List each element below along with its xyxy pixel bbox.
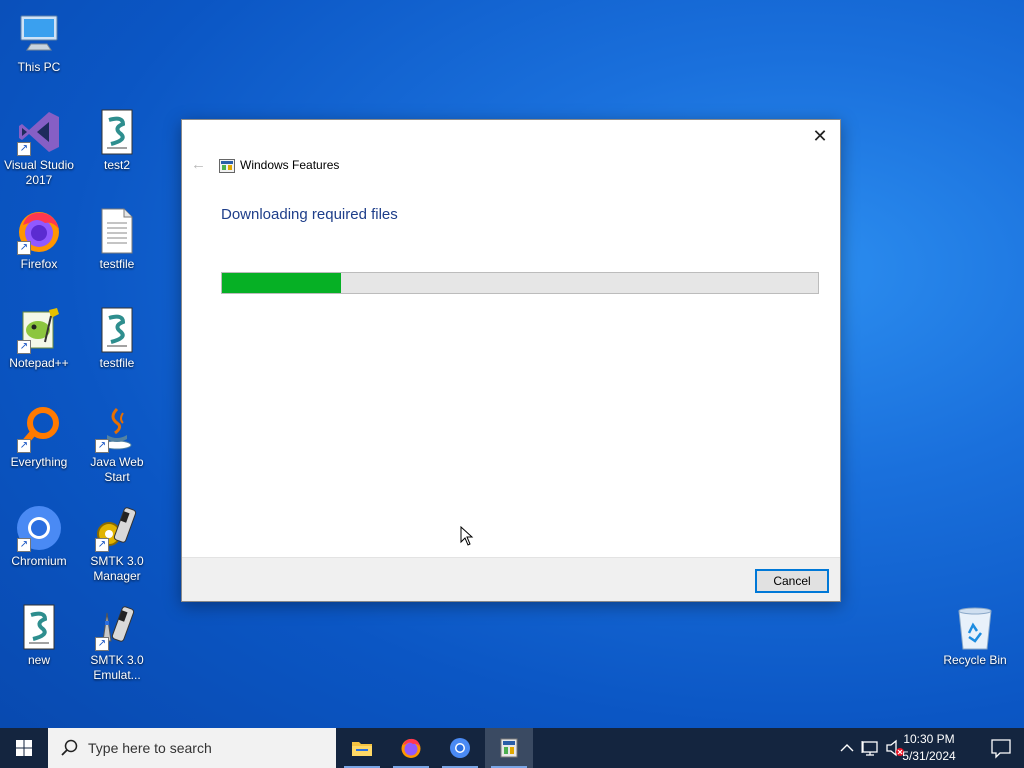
desktop-icon-testfile-script[interactable]: testfile — [78, 306, 156, 371]
back-button: ← — [191, 156, 209, 174]
script-file-icon — [15, 603, 63, 651]
shortcut-arrow-icon: ↗ — [17, 241, 31, 255]
windows-features-icon — [500, 738, 518, 758]
notification-icon — [991, 739, 1011, 759]
search-placeholder: Type here to search — [88, 740, 212, 756]
desktop-icon-label: SMTK 3.0 Emulat... — [90, 653, 144, 682]
start-button[interactable] — [0, 728, 48, 768]
desktop-icon-label: Firefox — [20, 257, 58, 271]
desktop-icon-smtk-emulator[interactable]: ↗ SMTK 3.0 Emulat... — [78, 603, 156, 683]
shortcut-arrow-icon: ↗ — [17, 538, 31, 552]
shortcut-arrow-icon: ↗ — [17, 439, 31, 453]
script-file-icon — [93, 306, 141, 354]
desktop-icon-testfile-txt[interactable]: testfile — [78, 207, 156, 272]
desktop-icon-recycle-bin[interactable]: Recycle Bin — [936, 603, 1014, 668]
shortcut-arrow-icon: ↗ — [17, 142, 31, 156]
recycle-bin-icon — [951, 603, 999, 651]
desktop-icon-everything[interactable]: ↗ Everything — [0, 405, 78, 470]
desktop-icon-label: Java Web Start — [90, 455, 144, 484]
windows-features-dialog: ✕ ← Windows Features Downloading require… — [181, 119, 841, 602]
mouse-cursor-icon — [460, 526, 474, 546]
smtk-emulator-icon: ↗ — [93, 603, 141, 651]
visual-studio-icon: ↗ — [15, 108, 63, 156]
text-file-icon — [93, 207, 141, 255]
cancel-button[interactable]: Cancel — [755, 569, 829, 593]
desktop-icon-new[interactable]: new — [0, 603, 78, 668]
desktop-icon-chromium[interactable]: ↗ Chromium — [0, 504, 78, 569]
taskbar: Type here to search 10:30 PM 5/31/2024 — [0, 728, 1024, 768]
desktop-icon-smtk-manager[interactable]: ↗ SMTK 3.0 Manager — [78, 504, 156, 584]
desktop-icon-label: Everything — [10, 455, 68, 469]
firefox-icon: ↗ — [15, 207, 63, 255]
java-icon: ↗ — [93, 405, 141, 453]
file-explorer-icon — [352, 742, 372, 756]
desktop-icon-label: Visual Studio 2017 — [4, 158, 74, 187]
taskbar-windows-features[interactable] — [485, 728, 533, 768]
notepadpp-icon: ↗ — [15, 306, 63, 354]
chevron-up-icon — [840, 744, 854, 752]
desktop-icon-test2[interactable]: test2 — [78, 108, 156, 173]
desktop-icon-label: Notepad++ — [9, 356, 69, 370]
windows-logo-icon — [16, 740, 32, 756]
shortcut-arrow-icon: ↗ — [17, 340, 31, 354]
desktop-icon-label: testfile — [99, 257, 135, 271]
firefox-icon — [401, 738, 421, 758]
download-progress-bar — [221, 272, 819, 294]
desktop-icon-visual-studio[interactable]: ↗ Visual Studio 2017 — [0, 108, 78, 188]
desktop-icon-this-pc[interactable]: This PC — [0, 10, 78, 75]
taskbar-clock[interactable]: 10:30 PM 5/31/2024 — [892, 731, 966, 765]
desktop-icon-label: Recycle Bin — [943, 653, 1007, 667]
shortcut-arrow-icon: ↗ — [95, 637, 109, 651]
dialog-footer: Cancel — [182, 557, 840, 601]
desktop-icon-label: This PC — [17, 60, 61, 74]
desktop-icon-java-web-start[interactable]: ↗ Java Web Start — [78, 405, 156, 485]
close-icon: ✕ — [812, 126, 828, 146]
network-icon — [861, 741, 878, 756]
search-icon — [61, 739, 78, 756]
desktop-icon-label: Chromium — [11, 554, 67, 568]
close-button[interactable]: ✕ — [806, 124, 834, 148]
desktop-icon-label: new — [27, 653, 50, 667]
chromium-icon: ↗ — [15, 504, 63, 552]
everything-icon: ↗ — [15, 405, 63, 453]
shortcut-arrow-icon: ↗ — [95, 439, 109, 453]
show-hidden-icons-button[interactable] — [836, 728, 858, 768]
progress-fill — [222, 273, 342, 293]
dialog-heading: Downloading required files — [221, 206, 398, 223]
action-center-button[interactable] — [978, 728, 1024, 768]
back-arrow-icon: ← — [191, 156, 206, 173]
taskbar-search-box[interactable]: Type here to search — [48, 728, 336, 768]
taskbar-file-explorer[interactable] — [338, 728, 386, 768]
shortcut-arrow-icon: ↗ — [95, 538, 109, 552]
desktop-icon-notepadpp[interactable]: ↗ Notepad++ — [0, 306, 78, 371]
smtk-manager-icon: ↗ — [93, 504, 141, 552]
chromium-icon — [450, 738, 470, 758]
taskbar-firefox[interactable] — [387, 728, 435, 768]
script-file-icon — [93, 108, 141, 156]
desktop-icon-label: test2 — [103, 158, 130, 172]
desktop-icon-label: testfile — [99, 356, 135, 370]
desktop-icon-label: SMTK 3.0 Manager — [90, 554, 144, 583]
desktop-icon-firefox[interactable]: ↗ Firefox — [0, 207, 78, 272]
clock-time: 10:30 PM — [903, 732, 955, 746]
taskbar-chromium[interactable] — [436, 728, 484, 768]
dialog-title: Windows Features — [240, 158, 340, 172]
windows-features-icon — [219, 158, 235, 174]
clock-date: 5/31/2024 — [902, 749, 956, 763]
this-pc-icon — [15, 10, 63, 58]
network-button[interactable] — [860, 728, 882, 768]
